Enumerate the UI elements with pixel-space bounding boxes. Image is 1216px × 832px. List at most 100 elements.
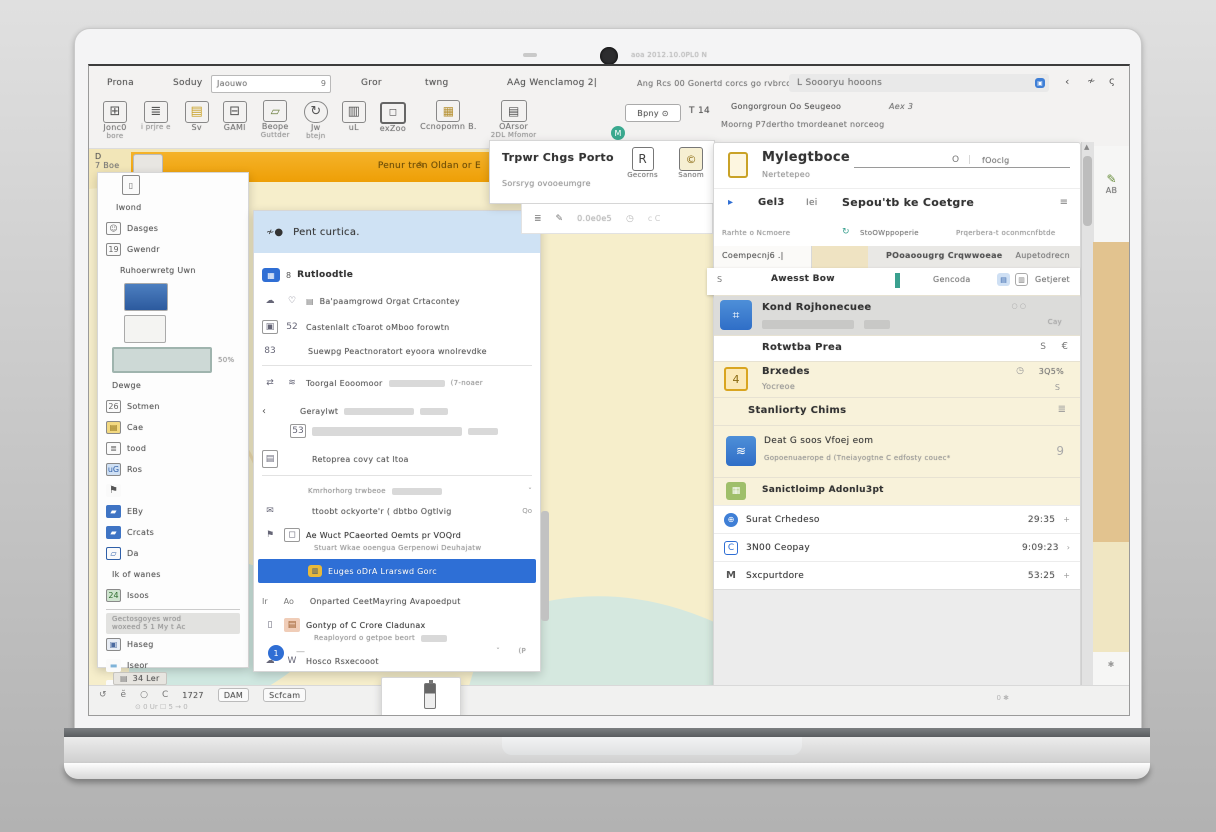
dropdown-scrollbar[interactable]	[541, 511, 549, 621]
ribbon-group[interactable]: ↻ Jw btejn	[304, 100, 328, 140]
timer-row[interactable]: M Sxcpurtdore 53:25 +	[714, 561, 1080, 589]
ribbon-input[interactable]: Jaouwo 9	[211, 75, 331, 93]
edge-bottom-icon[interactable]: ✱	[1093, 652, 1129, 686]
key-icon[interactable]: ς	[1109, 76, 1115, 87]
note-icon[interactable]: ▱	[263, 100, 287, 122]
person-icon[interactable]: ≁	[1087, 76, 1095, 87]
row-s[interactable]: S	[1040, 342, 1046, 352]
ribbon-group[interactable]: ⊟ GAMl	[223, 100, 247, 140]
printer-icon[interactable]: ▤	[501, 100, 527, 122]
sidebar-selected-chip[interactable]: Gectosgoyes wrod woxeed 5 1 My t Ac	[106, 613, 240, 634]
footer-caret-icon[interactable]: ˇ	[496, 647, 500, 656]
green-circle-icon[interactable]: M	[611, 126, 625, 140]
sidebar-item[interactable]: ▯	[98, 173, 248, 197]
menu-item[interactable]: ⇄ ≋ Toorgal Eooomoor (7-noaer	[254, 373, 540, 393]
chart-icon[interactable]: ▥	[342, 101, 366, 123]
timer-row[interactable]: C 3N00 Ceopay 9:09:23 ›	[714, 533, 1080, 561]
sync-icon[interactable]: ↻	[842, 227, 850, 237]
panel-row[interactable]: 4 Brxedes Yocreoe ◷ 3Q5% S	[714, 361, 1080, 397]
copyright-icon[interactable]: ©	[679, 147, 703, 171]
search-input[interactable]: L Soooryu hooons ▣	[789, 74, 1049, 92]
monitor-icon[interactable]: ◻	[380, 102, 406, 124]
actionbar-mid[interactable]: Gencoda	[933, 275, 971, 284]
hamburger-icon[interactable]: ≡	[1060, 197, 1068, 208]
menu-item[interactable]: 83 Suewpg Peactnoratort eyoora wnolrevdk…	[254, 341, 540, 361]
clock-icon[interactable]: ◷	[626, 214, 634, 224]
menu-item[interactable]: ▦ 8 Rutloodtle	[254, 265, 540, 285]
actionbar-right[interactable]: Getjeret	[1035, 275, 1070, 284]
sidebar-item[interactable]: uG Ros	[98, 459, 248, 480]
ribbon-t14[interactable]: T 14	[689, 106, 710, 116]
copy-icon[interactable]: ▥	[1015, 273, 1028, 286]
ribbon-group[interactable]: ▤ OArsor 2DL Mfomor	[491, 100, 537, 140]
menu-item[interactable]: Gror	[361, 78, 382, 88]
sidebar-item[interactable]: ▱ Da	[98, 543, 248, 564]
table-icon[interactable]: ⊞	[103, 101, 127, 123]
caret-icon[interactable]: ˇ	[528, 487, 532, 496]
menu-item[interactable]: ✉ ttoobt ockyorte'r ( dbtbo Ogtlvig Qo	[254, 501, 540, 521]
menu-item[interactable]: ▤ Retoprea covy cat ltoa	[254, 449, 540, 469]
sidebar-item[interactable]: Iwond	[98, 197, 248, 218]
tabs-label[interactable]: POoaoougrg Crqwwoeae	[886, 251, 1003, 260]
tab-active[interactable]: Coempecnj6 .|	[714, 246, 812, 268]
menu-item[interactable]: AAg Wenclamog 2|	[507, 78, 597, 88]
menu-item[interactable]: twng	[425, 78, 449, 88]
menu-item[interactable]: Prona	[107, 78, 134, 88]
info-badge[interactable]: 1	[268, 645, 284, 661]
menu-item[interactable]: ▣ 52 Castenlalt cToarot oMboo forowtn	[254, 317, 540, 337]
sidebar-item[interactable]: Dewge	[98, 375, 248, 396]
menu-item[interactable]: ‹ Geraylwt	[254, 401, 540, 421]
list-icon[interactable]: ▤	[185, 101, 209, 123]
trash-icon[interactable]: ≣	[534, 214, 542, 224]
list-icon[interactable]: ≣	[1058, 404, 1066, 415]
panel-row[interactable]: ▦ Sanictloimp Adonlu3pt	[714, 477, 1080, 505]
under-ribbon-chip[interactable]: D 7 Boe	[95, 152, 119, 170]
popup-action-1[interactable]: R Gecorns	[627, 147, 658, 179]
undo-icon[interactable]: ↺	[99, 690, 107, 700]
pen-icon[interactable]: ✎	[556, 214, 564, 224]
chevron-left-icon[interactable]: ‹	[262, 406, 266, 417]
panel-row[interactable]: ⌗ Kond Rojhonecuee ○ ○ Cay	[714, 295, 1080, 335]
ribbon-box-button[interactable]: Bpny ⊙	[625, 104, 681, 122]
ribbon-group[interactable]: ▥ uL	[342, 100, 366, 140]
sidebar-item[interactable]: 26 Sotmen	[98, 396, 248, 417]
header-link[interactable]: fOoclg	[982, 156, 1010, 165]
ribbon-group[interactable]: ≣ i prjre e	[141, 100, 171, 140]
sidebar-item[interactable]: Ik of wanes	[98, 564, 248, 585]
ribbon-group[interactable]: ⊞ Jonc0 bore	[103, 100, 127, 140]
panel-row[interactable]: Rotwtba Prea S €	[714, 335, 1080, 361]
subheader-a[interactable]: Gel3	[758, 197, 785, 208]
circle-icon[interactable]: ○	[140, 690, 148, 700]
blue-chip-icon[interactable]: ▤	[997, 273, 1010, 286]
signature-pen-icon[interactable]: ✎	[1094, 146, 1129, 186]
sidebar-item[interactable]: 19 Gwendr	[98, 239, 248, 260]
actionbar-s[interactable]: S	[717, 275, 722, 284]
menu-section-header[interactable]: Kmrhorhorg trwbeoe ˇ	[254, 481, 540, 501]
tabs-right[interactable]: Aupetodrecn	[1016, 251, 1070, 260]
timer-arrow-icon[interactable]: +	[1063, 515, 1070, 524]
panel-row[interactable]: Stanliorty Chims ≣	[714, 397, 1080, 425]
dam-button[interactable]: DAM	[218, 688, 249, 702]
sidebar-item[interactable]: ▣ Haseg	[98, 634, 248, 655]
back-icon[interactable]: ‹	[1065, 75, 1069, 88]
ribbon-group[interactable]: ▦ Ccnopomn B.	[420, 100, 477, 140]
ribbon-group[interactable]: ▱ Beope Guttder	[261, 100, 290, 140]
sidebar-item[interactable]: 24 Isoos	[98, 585, 248, 606]
menu-item[interactable]: ☁ ♡ ▤ Ba'paamgrowd Orgat Crtacontey	[254, 291, 540, 311]
grid-icon[interactable]: ⊟	[223, 101, 247, 123]
pointer-icon[interactable]: ▸	[728, 197, 733, 208]
menu-item[interactable]: Soduy	[173, 78, 202, 88]
sidebar-item[interactable]: ☺ Dasges	[98, 218, 248, 239]
refresh-icon[interactable]: ↻	[304, 101, 328, 123]
scfcam-button[interactable]: Scfcam	[263, 688, 306, 702]
menu-item-selected[interactable]: ▥ Euges oDrA Lrarswd Gorc	[258, 559, 536, 583]
panel-row[interactable]: ≋ Deat G soos Vfoej eom Gopoenuaerope d …	[714, 425, 1080, 477]
menu-item[interactable]: Ir Ao Onparted CeetMayring Avapoedput	[254, 591, 540, 611]
sidebar-item[interactable]: ▤ Cae	[98, 417, 248, 438]
timer-arrow-icon[interactable]: ›	[1067, 543, 1070, 552]
sidebar-item[interactable]: ▰ EBy	[98, 501, 248, 522]
timer-row[interactable]: ⊕ Surat Crhedeso 29:35 +	[714, 505, 1080, 533]
sidebar-thumbnail-blue[interactable]	[98, 281, 248, 313]
euro-icon[interactable]: €	[1062, 341, 1068, 352]
sidebar-item[interactable]: ≣ tood	[98, 438, 248, 459]
